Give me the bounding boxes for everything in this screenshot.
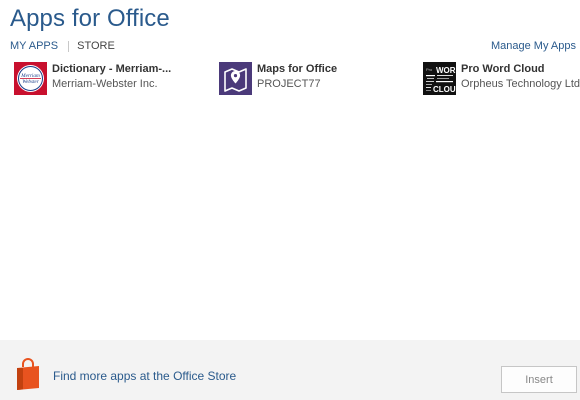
tab-store[interactable]: STORE <box>77 40 115 52</box>
tab-my-apps[interactable]: MY APPS <box>10 40 58 52</box>
app-publisher: Orpheus Technology Ltd. <box>461 78 580 90</box>
app-item-dictionary[interactable]: Merriam Webster Dictionary - Merriam-...… <box>14 62 214 96</box>
svg-text:WORD: WORD <box>436 66 456 75</box>
app-publisher: Merriam-Webster Inc. <box>52 78 158 90</box>
app-publisher: PROJECT77 <box>257 78 321 90</box>
map-pin-icon <box>219 62 252 95</box>
app-list: Merriam Webster Dictionary - Merriam-...… <box>14 62 580 102</box>
footer-bar: Find more apps at the Office Store Inser… <box>0 340 580 400</box>
insert-button[interactable]: Insert <box>501 366 577 393</box>
manage-my-apps-link[interactable]: Manage My Apps <box>491 40 576 52</box>
svg-text:CLOUD: CLOUD <box>433 85 456 94</box>
svg-text:Pro: Pro <box>426 67 433 72</box>
app-item-maps[interactable]: Maps for Office PROJECT77 <box>219 62 419 96</box>
tab-separator <box>68 40 70 52</box>
app-name: Dictionary - Merriam-... <box>52 63 172 75</box>
app-name: Pro Word Cloud <box>461 63 545 75</box>
page-title: Apps for Office <box>10 5 170 32</box>
merriam-webster-logo-icon: Merriam Webster <box>14 62 47 95</box>
office-store-link[interactable]: Find more apps at the Office Store <box>53 369 236 383</box>
nav-tabs: MY APPS STORE <box>10 40 115 52</box>
svg-text:Webster: Webster <box>22 79 40 85</box>
word-cloud-icon: WORD Pro CLOUD <box>423 62 456 95</box>
shopping-bag-icon[interactable] <box>15 358 41 390</box>
app-name: Maps for Office <box>257 63 338 75</box>
app-item-pro-word-cloud[interactable]: WORD Pro CLOUD Pro Word Cloud Orpheus Te… <box>423 62 580 96</box>
